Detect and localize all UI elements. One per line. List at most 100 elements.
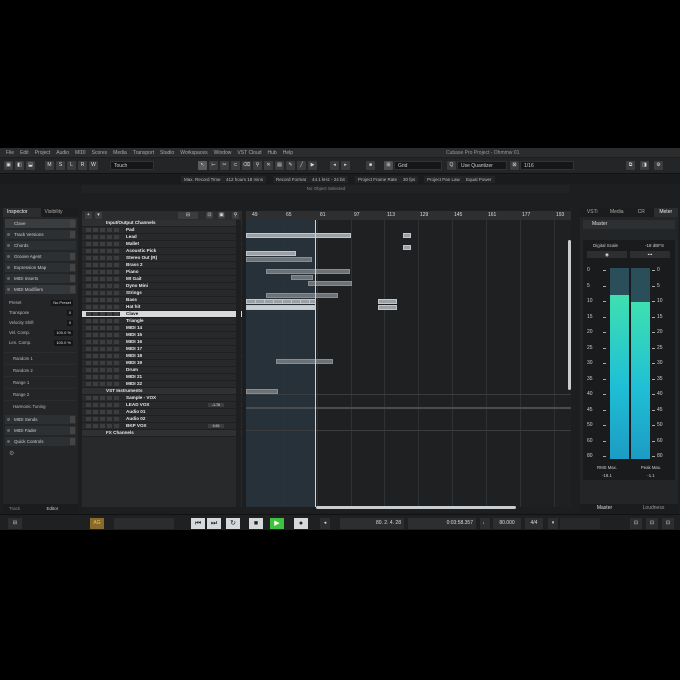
track-row[interactable]: Lead — [82, 234, 242, 241]
menu-media[interactable]: Media — [113, 150, 127, 156]
track-row[interactable]: Drum — [82, 367, 242, 374]
track-view-icon[interactable]: ▣ — [218, 212, 225, 219]
track-controls[interactable] — [86, 396, 120, 400]
midi-part[interactable] — [403, 245, 411, 250]
track-volume-value[interactable]: 0.00 — [208, 424, 224, 428]
section-chords[interactable]: Chords — [5, 241, 76, 250]
event-display[interactable] — [246, 220, 571, 507]
menu-scores[interactable]: Scores — [92, 150, 108, 156]
midi-part[interactable] — [246, 251, 296, 256]
tempo-track-icon[interactable]: ▾ — [548, 518, 558, 529]
folder-track-fx-channels[interactable]: FX Channels — [82, 430, 242, 437]
midi-part[interactable] — [246, 233, 351, 238]
track-controls[interactable] — [86, 263, 120, 267]
section-menu-icon[interactable] — [70, 253, 75, 260]
track-controls[interactable] — [86, 298, 120, 302]
modifier-transpose[interactable]: Transpose 0 — [5, 308, 76, 318]
modifier-preset[interactable]: Preset No Preset — [5, 298, 76, 308]
quantize-value-select[interactable]: 1/16 — [520, 161, 574, 170]
quantize-grid-icon[interactable]: ⊠ — [510, 161, 519, 170]
modifier-vel-comp[interactable]: Vel. Comp. 100.0 % — [5, 328, 76, 338]
autogain-button[interactable]: AG — [90, 518, 104, 529]
modifier-value[interactable]: No Preset — [51, 300, 73, 306]
audio-lane[interactable] — [246, 407, 571, 409]
range-2[interactable]: Range 2 — [5, 388, 76, 400]
track-controls[interactable] — [86, 305, 120, 309]
quantize-icon[interactable]: Q — [447, 161, 456, 170]
line-icon[interactable]: ╱ — [297, 161, 306, 170]
menu-hub[interactable]: Hub — [268, 150, 277, 156]
automation-mode-select[interactable]: Touch — [110, 161, 154, 170]
punch-icon[interactable]: ◂ — [320, 518, 330, 529]
tab-visibility[interactable]: Visibility — [41, 208, 79, 217]
midi-part[interactable] — [378, 299, 397, 304]
project-cursor[interactable] — [315, 220, 316, 507]
section-menu-icon[interactable] — [70, 286, 75, 293]
menu-vst-cloud[interactable]: VST Cloud — [237, 150, 261, 156]
track-row[interactable]: Piano — [82, 269, 242, 276]
tab-loudness[interactable]: Loudness — [629, 504, 678, 513]
menu-file[interactable]: File — [6, 150, 14, 156]
section-midi-sends[interactable]: MIDI Sends — [5, 415, 76, 424]
transport-option-icon[interactable]: ⊡ — [630, 518, 642, 529]
primary-time-display[interactable]: 80. 2. 4. 28 — [340, 518, 404, 529]
comp-icon[interactable]: ▤ — [275, 161, 284, 170]
section-menu-icon[interactable] — [70, 231, 75, 238]
record-icon[interactable]: ● — [294, 518, 308, 529]
setup-icon[interactable]: ⚙ — [654, 161, 663, 170]
track-controls[interactable] — [86, 403, 120, 407]
midi-part-selected-track[interactable] — [246, 305, 316, 310]
section-expression-map[interactable]: Expression Map — [5, 263, 76, 272]
erase-icon[interactable]: ⌫ — [242, 161, 251, 170]
lock-icon[interactable]: ⊡ — [206, 212, 213, 219]
menu-workspaces[interactable]: Workspaces — [180, 150, 207, 156]
track-controls[interactable] — [86, 270, 120, 274]
midi-part[interactable] — [246, 257, 312, 262]
section-menu-icon[interactable] — [70, 416, 75, 423]
meter-reset-icon[interactable]: ◉ — [587, 251, 627, 258]
track-controls[interactable] — [86, 228, 120, 232]
lower-zone-icon[interactable]: ⬓ — [26, 161, 35, 170]
object-select-icon[interactable]: ↖ — [198, 161, 207, 170]
track-controls[interactable] — [86, 249, 120, 253]
track-controls[interactable] — [86, 354, 120, 358]
tab-master[interactable]: Master — [580, 504, 629, 513]
track-controls[interactable] — [86, 284, 120, 288]
section-menu-icon[interactable] — [70, 427, 75, 434]
midi-part[interactable] — [403, 233, 411, 238]
section-menu-icon[interactable] — [70, 438, 75, 445]
modifier-value[interactable]: 0 — [66, 320, 73, 326]
track-row[interactable]: Hat hit — [82, 304, 242, 311]
track-controls[interactable] — [86, 417, 120, 421]
track-row[interactable]: Mallet — [82, 241, 242, 248]
track-controls[interactable] — [86, 333, 120, 337]
section-quick-controls[interactable]: Quick Controls — [5, 437, 76, 446]
window-layout-icon[interactable]: ⧉ — [626, 161, 635, 170]
track-row[interactable]: LEAD VOX -1.78 — [82, 402, 242, 409]
split-icon[interactable]: ✂ — [220, 161, 229, 170]
add-track-icon[interactable]: + — [85, 212, 92, 219]
track-row[interactable]: Brass 2 — [82, 262, 242, 269]
record-format[interactable]: 44.1 kHz - 24 bit — [309, 176, 348, 183]
section-midi-inserts[interactable]: MIDI Inserts — [5, 274, 76, 283]
meter-options-icon[interactable]: ••• — [630, 251, 670, 258]
tab-editor[interactable]: Editor — [41, 504, 79, 513]
modifier-value[interactable]: 100.0 % — [54, 340, 73, 346]
track-controls[interactable] — [86, 361, 120, 365]
menu-project[interactable]: Project — [35, 150, 51, 156]
section-menu-icon[interactable] — [70, 275, 75, 282]
track-volume-value[interactable]: -1.78 — [208, 403, 224, 407]
track-name-field[interactable]: Clave — [5, 219, 76, 228]
track-list-divider[interactable] — [236, 220, 241, 507]
search-icon[interactable]: ⚲ — [232, 212, 239, 219]
stop-icon[interactable]: ■ — [249, 518, 263, 529]
color-icon[interactable]: ■ — [366, 161, 375, 170]
menu-window[interactable]: Window — [214, 150, 232, 156]
midi-part[interactable] — [266, 269, 350, 274]
glue-icon[interactable]: ⊂ — [231, 161, 240, 170]
track-row[interactable]: MIDI 15 — [82, 332, 242, 339]
track-controls[interactable] — [86, 277, 120, 281]
transport-option-icon[interactable]: ⊡ — [646, 518, 658, 529]
tempo-display[interactable]: 80.000 — [493, 518, 521, 529]
tab-inspector[interactable]: Inspector — [3, 208, 41, 217]
